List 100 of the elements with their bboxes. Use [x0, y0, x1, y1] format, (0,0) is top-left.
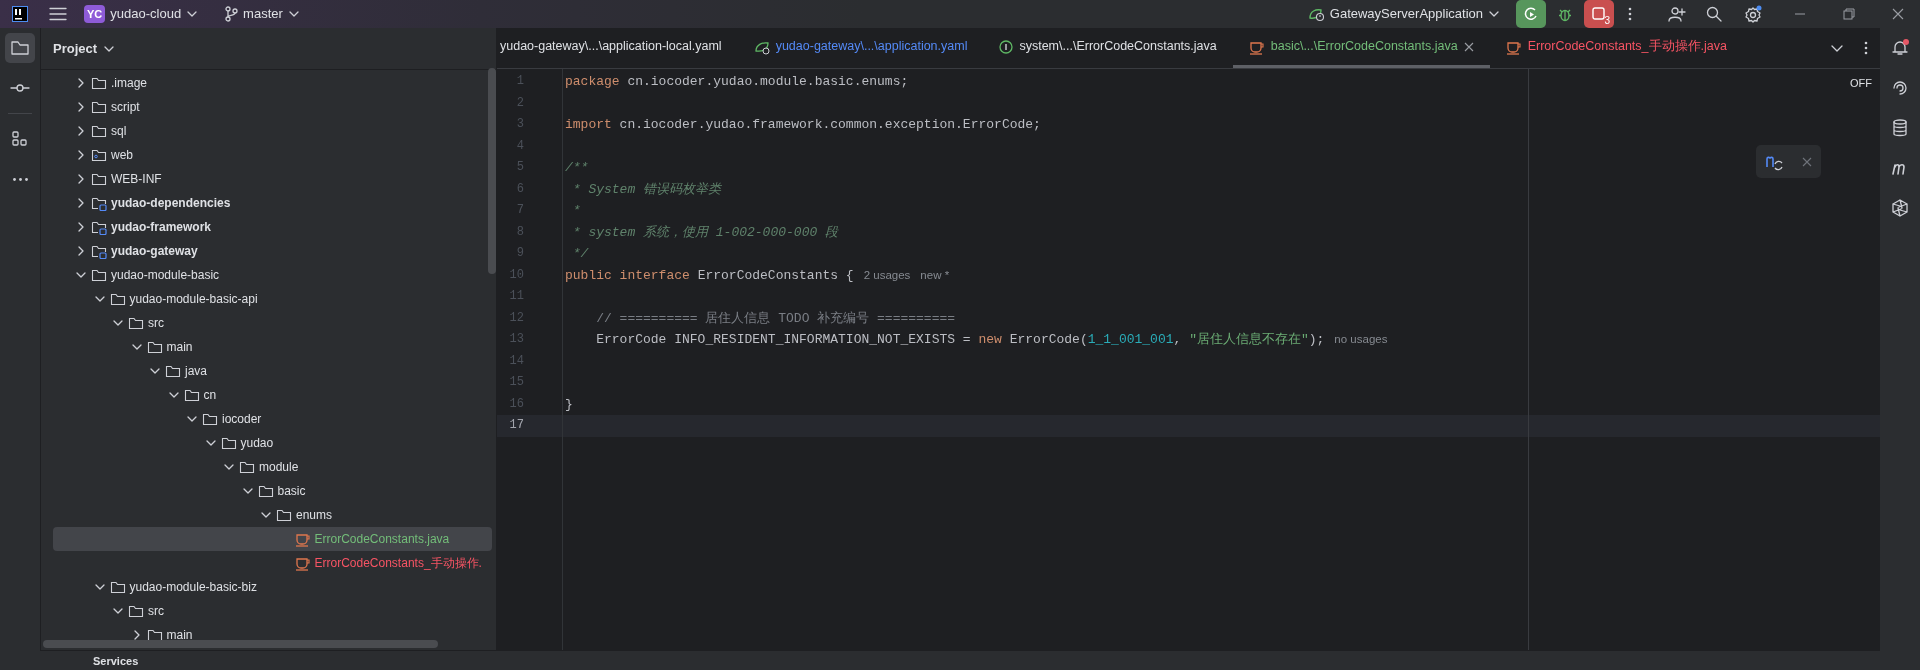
- run-configuration-selector[interactable]: GatewayServerApplication: [1306, 4, 1500, 24]
- more-icon[interactable]: [1864, 41, 1868, 55]
- rerun-icon: [1523, 6, 1539, 22]
- folder-icon: [202, 411, 218, 427]
- inlay-hint[interactable]: new *: [920, 268, 950, 281]
- code-token: /**: [565, 160, 589, 175]
- code-token: );: [1308, 332, 1325, 347]
- code-token: "居住人信息不存在": [1189, 332, 1309, 347]
- branch-icon: [224, 6, 239, 22]
- run-configuration-name: GatewayServerApplication: [1329, 5, 1483, 24]
- tree-item[interactable]: WEB-INF: [53, 167, 492, 191]
- tree-item[interactable]: yudao-gateway: [53, 239, 492, 263]
- tree-item[interactable]: script: [53, 95, 492, 119]
- editor-tab[interactable]: yudao-gateway\...\application-local.yaml: [497, 28, 738, 68]
- editor-tab[interactable]: yudao-gateway\...\application.yaml: [737, 28, 984, 68]
- scrollbar[interactable]: [43, 640, 438, 648]
- folder-icon: [128, 315, 144, 331]
- code-token: ErrorCode INFO_RESIDENT_INFORMATION_NOT_EXISTS =: [595, 332, 972, 347]
- status-label[interactable]: OFF: [1850, 75, 1872, 92]
- editor-tab[interactable]: ErrorCodeConstants_手动操作.java: [1489, 28, 1743, 68]
- notifications-icon: [1890, 38, 1910, 58]
- tree-item[interactable]: ErrorCodeConstants_手动操作.: [53, 551, 492, 575]
- code-token: public interface: [565, 267, 690, 283]
- tree-item[interactable]: yudao-module-basic: [53, 263, 492, 287]
- editor-tab[interactable]: system\...\ErrorCodeConstants.java: [983, 28, 1233, 68]
- tree-item[interactable]: iocoder: [53, 407, 492, 431]
- folder-icon: [91, 99, 107, 115]
- structure-icon: [10, 129, 30, 149]
- folder-icon: [165, 363, 181, 379]
- module-folder-icon: [91, 195, 107, 211]
- close-icon[interactable]: [1892, 8, 1904, 20]
- project-selector[interactable]: YC yudao-cloud: [84, 4, 199, 24]
- tree-item[interactable]: yudao-module-basic-biz: [53, 575, 492, 599]
- folder-icon: [91, 75, 107, 91]
- code-token: cn.iocoder.yudao.framework.common.exception.ErrorCode;: [618, 117, 1041, 132]
- tree-item[interactable]: src: [53, 311, 492, 335]
- code-token: ,: [1173, 332, 1183, 347]
- java-class-icon: [294, 555, 311, 571]
- app-logo-icon: [12, 6, 28, 22]
- tree-item[interactable]: yudao-module-basic-api: [53, 287, 492, 311]
- tree-item[interactable]: ErrorCodeConstants.java: [53, 527, 492, 551]
- spring-app-icon: [1306, 6, 1325, 22]
- more-icon[interactable]: [1628, 7, 1632, 21]
- tree-item[interactable]: basic: [53, 479, 492, 503]
- tree-item[interactable]: yudao-framework: [53, 215, 492, 239]
- code-token: ErrorCode(: [1008, 332, 1088, 347]
- code-token: */: [571, 246, 589, 261]
- inlay-hint[interactable]: 2 usages: [863, 268, 911, 281]
- tree-item[interactable]: java: [53, 359, 492, 383]
- tree-item[interactable]: yudao-dependencies: [53, 191, 492, 215]
- tree-item[interactable]: src: [53, 599, 492, 623]
- tree-item[interactable]: yudao: [53, 431, 492, 455]
- folder-icon: [91, 267, 107, 283]
- close-icon[interactable]: [1802, 156, 1813, 167]
- code-token: new: [978, 332, 1002, 347]
- folder-icon: [276, 507, 292, 523]
- code-token: *: [571, 203, 581, 218]
- tree-item[interactable]: sql: [53, 119, 492, 143]
- folder-icon: [10, 38, 30, 58]
- stop-button[interactable]: 3: [1584, 0, 1614, 28]
- folder-icon: [146, 339, 163, 355]
- close-icon[interactable]: [1463, 41, 1474, 52]
- folder-icon: [128, 603, 144, 619]
- search-icon[interactable]: [1706, 6, 1722, 22]
- panel-title: Services: [93, 654, 139, 668]
- tree-item[interactable]: cn: [53, 383, 492, 407]
- running-count: 3: [1604, 16, 1610, 26]
- code-token: package: [565, 74, 620, 89]
- scrollbar[interactable]: [488, 68, 496, 274]
- rerun-button[interactable]: [1516, 0, 1546, 28]
- project-name: yudao-cloud: [110, 5, 182, 24]
- tree-item[interactable]: web: [53, 143, 492, 167]
- aperture-icon: [1890, 198, 1910, 218]
- folder-icon: [220, 435, 237, 451]
- tree-item[interactable]: .image: [53, 71, 492, 95]
- project-badge: YC: [84, 5, 106, 23]
- code-token: 1_1_001_001: [1087, 332, 1174, 347]
- code-token: * System 错误码枚举类: [571, 181, 721, 197]
- folder-icon: [91, 123, 107, 139]
- inlay-hint[interactable]: no usages: [1334, 333, 1388, 345]
- folder-button[interactable]: [5, 33, 35, 63]
- add-user-icon[interactable]: [1668, 6, 1686, 22]
- folder-icon: [91, 171, 107, 187]
- code-token: import: [565, 117, 612, 132]
- branch-name: master: [243, 5, 283, 24]
- settings-icon[interactable]: [1744, 5, 1762, 23]
- restore-icon[interactable]: [1843, 8, 1855, 20]
- folder-icon: [239, 459, 255, 475]
- editor-tab[interactable]: basic\...\ErrorCodeConstants.java: [1232, 28, 1490, 68]
- code-token: }: [565, 396, 573, 412]
- menu-icon[interactable]: [49, 7, 67, 21]
- panel-title[interactable]: Project: [53, 38, 116, 59]
- tree-item[interactable]: main: [53, 335, 492, 359]
- branch-selector[interactable]: master: [224, 4, 300, 24]
- tree-item[interactable]: module: [53, 455, 492, 479]
- code-token: cn.iocoder.yudao.module.basic.enums;: [626, 74, 909, 89]
- interface-icon: [999, 39, 1014, 54]
- code-token: // ========== 居住人信息 TODO 补充编号 ==========: [595, 310, 956, 326]
- module-folder-icon: [91, 219, 107, 235]
- tree-item[interactable]: enums: [53, 503, 492, 527]
